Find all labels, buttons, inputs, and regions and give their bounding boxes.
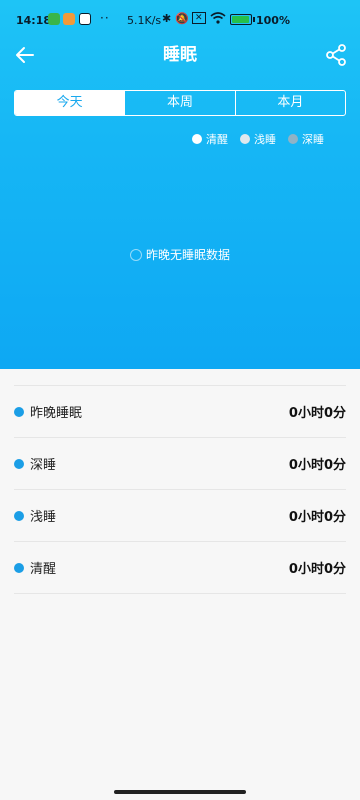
battery-percent: 100% [256,14,290,27]
battery-icon [230,14,255,25]
wifi-icon [210,12,226,27]
stat-dot [14,406,24,417]
tab-this-month[interactable]: 本月 [236,91,345,115]
status-bar: 14:18 ·· 5.1K/s ✱ 🔕 ✕ 100% [0,0,360,40]
stat-value: 0小时0分 [288,562,346,577]
list-item: 浅睡 0小时0分 [14,490,346,542]
legend-dot-awake [192,134,202,144]
notify-icon [63,13,75,25]
mute-icon: 🔕 [175,12,189,25]
sim-icon: ✕ [192,12,206,24]
gesture-nav-bar[interactable] [114,790,246,794]
stat-label: 深睡 [30,458,57,473]
k-app-icon [79,13,91,25]
sleep-header-panel: 14:18 ·· 5.1K/s ✱ 🔕 ✕ 100% 睡眠 今天 本周 本月 清… [0,0,360,369]
legend-item-light-sleep: 浅睡 [240,131,276,147]
tab-today[interactable]: 今天 [15,91,126,115]
share-icon[interactable] [324,43,348,67]
stat-dot [14,562,24,573]
stat-dot [14,458,24,469]
empty-state-icon [129,249,142,261]
list-item: 清醒 0小时0分 [14,542,346,594]
empty-state-text: 昨晚无睡眠数据 [145,248,230,262]
page-title: 睡眠 [163,45,197,65]
legend-label-light-sleep: 浅睡 [254,133,276,146]
stat-value: 0小时0分 [288,406,346,421]
status-time: 14:18 [16,14,52,27]
list-item: 深睡 0小时0分 [14,438,346,490]
network-speed: 5.1K/s [127,14,162,27]
legend-dot-light-sleep [240,134,250,144]
stat-value: 0小时0分 [288,458,346,473]
legend-dot-deep-sleep [288,134,298,144]
list-item: 昨晚睡眠 0小时0分 [14,386,346,438]
bluetooth-icon: ✱ [162,12,172,25]
empty-state: 昨晚无睡眠数据 [0,246,360,263]
more-notifications-icon: ·· [100,11,110,25]
wechat-icon [48,13,60,25]
sleep-stats-list: 昨晚睡眠 0小时0分 深睡 0小时0分 浅睡 0小时0分 清醒 0小时0分 [14,385,346,594]
tab-this-week[interactable]: 本周 [125,91,236,115]
stat-label: 浅睡 [30,510,57,525]
period-tabs: 今天 本周 本月 [14,90,346,116]
legend-item-awake: 清醒 [192,131,228,147]
legend-label-deep-sleep: 深睡 [302,133,324,146]
chart-legend: 清醒 浅睡 深睡 [192,131,324,147]
legend-label-awake: 清醒 [206,133,228,146]
legend-item-deep-sleep: 深睡 [288,131,324,147]
stat-label: 昨晚睡眠 [30,406,83,421]
stat-value: 0小时0分 [288,510,346,525]
stat-dot [14,510,24,521]
stat-label: 清醒 [30,562,57,577]
